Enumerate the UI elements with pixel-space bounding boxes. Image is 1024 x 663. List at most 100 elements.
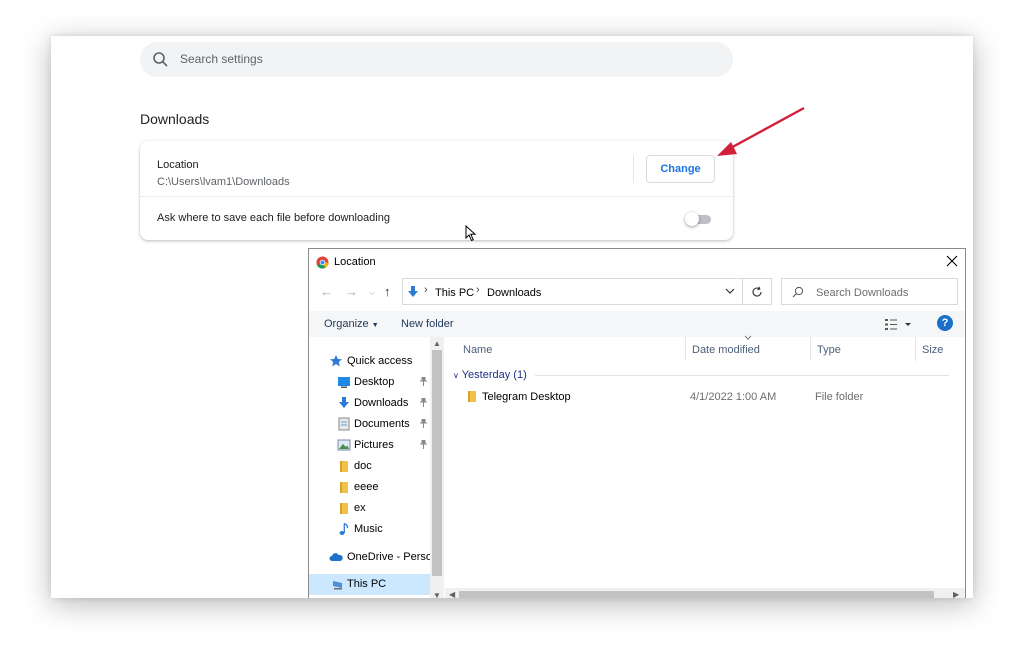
file-row[interactable]: Telegram Desktop 4/1/2022 1:00 AM File f… xyxy=(445,387,965,407)
folder-icon xyxy=(340,461,348,472)
ask-where-label: Ask where to save each file before downl… xyxy=(157,212,390,224)
downloads-settings-card: Location C:\Users\lvam1\Downloads Change… xyxy=(140,141,733,240)
column-label: Size xyxy=(922,344,944,356)
nav-item-label: OneDrive - Person xyxy=(347,551,439,563)
pin-icon xyxy=(420,398,427,407)
settings-search-bar[interactable]: Search settings xyxy=(140,42,733,77)
forward-arrow-icon[interactable]: → xyxy=(345,284,358,299)
column-label: Date modified xyxy=(692,344,760,356)
nav-item-this-pc[interactable]: This PC xyxy=(309,574,433,595)
recent-chevron-down-icon[interactable]: ⌵ xyxy=(369,288,375,298)
computer-icon xyxy=(333,581,342,590)
chevron-down-icon: ∨ xyxy=(453,371,459,380)
change-location-button[interactable]: Change xyxy=(646,155,715,183)
file-list-horizontal-scrollbar[interactable]: ◀ ▶ xyxy=(445,588,965,598)
column-header-type[interactable]: Type xyxy=(811,337,915,361)
group-label: Yesterday (1) xyxy=(461,369,527,381)
folder-icon xyxy=(340,482,348,493)
new-folder-button[interactable]: New folder xyxy=(401,318,454,330)
nav-item-pictures[interactable]: Pictures xyxy=(309,435,433,455)
view-options-icon[interactable] xyxy=(884,318,914,331)
scroll-down-arrow-icon[interactable]: ▼ xyxy=(433,591,441,598)
breadcrumb-chevron-icon: › xyxy=(476,284,480,296)
cloud-icon xyxy=(329,553,343,561)
refresh-button[interactable] xyxy=(743,278,772,305)
column-header-name[interactable]: Name xyxy=(457,337,685,361)
scrollbar-thumb[interactable] xyxy=(459,591,934,598)
dialog-search-placeholder: Search Downloads xyxy=(816,287,909,299)
scroll-left-arrow-icon[interactable]: ◀ xyxy=(449,590,455,598)
nav-item-desktop[interactable]: Desktop xyxy=(309,372,433,392)
column-label: Type xyxy=(817,344,841,356)
nav-item-quick-access[interactable]: Quick access xyxy=(309,351,433,371)
help-button[interactable]: ? xyxy=(937,315,953,331)
dialog-search-input[interactable]: Search Downloads xyxy=(781,278,958,305)
nav-item-onedrive[interactable]: OneDrive - Person xyxy=(309,547,438,567)
caret-down-icon: ▼ xyxy=(371,322,379,329)
nav-item-label: Downloads xyxy=(354,397,409,409)
toggle-knob xyxy=(685,212,699,226)
screenshot-frame: Search settings Downloads Location C:\Us… xyxy=(51,36,973,598)
nav-item-label: Music xyxy=(354,523,383,535)
picture-icon xyxy=(337,439,351,451)
nav-item-label: eeee xyxy=(354,481,379,493)
mouse-cursor-icon xyxy=(465,225,476,242)
nav-item-music[interactable]: Music xyxy=(309,519,433,539)
nav-item-ex[interactable]: ex xyxy=(309,498,433,518)
organize-menu-button[interactable]: Organize ▼ xyxy=(324,318,379,330)
nav-item-label: ex xyxy=(354,502,366,514)
row-divider xyxy=(633,155,634,183)
pin-icon xyxy=(420,440,427,449)
location-path: C:\Users\lvam1\Downloads xyxy=(157,176,290,188)
file-date: 4/1/2022 1:00 AM xyxy=(690,391,777,403)
ask-where-toggle[interactable] xyxy=(685,212,712,226)
scroll-up-arrow-icon[interactable]: ▲ xyxy=(433,339,441,348)
dialog-title: Location xyxy=(334,256,376,268)
back-arrow-icon[interactable]: ← xyxy=(320,284,333,299)
breadcrumb-chevron-icon: › xyxy=(424,284,428,296)
breadcrumb-downloads[interactable]: Downloads xyxy=(487,287,541,299)
download-arrow-icon xyxy=(339,397,349,408)
column-header-date[interactable]: Date modified xyxy=(686,337,810,361)
group-header-yesterday[interactable]: ∨ Yesterday (1) xyxy=(453,369,527,381)
command-bar: Organize ▼ New folder ? xyxy=(309,311,965,337)
file-type: File folder xyxy=(815,391,864,403)
location-row: Location C:\Users\lvam1\Downloads Change xyxy=(140,141,733,197)
breadcrumb-this-pc[interactable]: This PC xyxy=(435,287,474,299)
nav-item-documents[interactable]: Documents xyxy=(309,414,433,434)
refresh-icon xyxy=(752,286,762,297)
nav-item-doc[interactable]: doc xyxy=(309,456,433,476)
location-file-dialog: Location ← → ⌵ ↑ › This PC › Downloads S… xyxy=(308,248,966,598)
column-label: Name xyxy=(463,344,493,356)
file-list: Name Date modified Type Size ∨ Yesterday… xyxy=(445,335,965,598)
star-icon xyxy=(330,355,342,367)
nav-item-label: This PC xyxy=(347,578,387,590)
nav-item-downloads[interactable]: Downloads xyxy=(309,393,433,413)
search-icon xyxy=(153,52,168,67)
address-dropdown-chevron-down-icon[interactable] xyxy=(725,287,735,295)
address-bar[interactable]: › This PC › Downloads xyxy=(402,278,743,305)
search-icon xyxy=(792,286,804,298)
folder-icon xyxy=(468,391,476,402)
pin-icon xyxy=(420,377,427,386)
scroll-right-arrow-icon[interactable]: ▶ xyxy=(953,590,959,598)
file-name: Telegram Desktop xyxy=(482,391,571,403)
nav-item-label: Documents xyxy=(354,418,410,430)
folder-icon xyxy=(340,503,348,514)
desktop-icon xyxy=(338,377,350,388)
navigation-pane: Quick access Desktop Downloads Documents… xyxy=(309,337,444,598)
scrollbar-thumb[interactable] xyxy=(432,350,442,576)
nav-item-label: Desktop xyxy=(354,376,395,388)
close-icon[interactable] xyxy=(945,254,959,268)
downloads-section-title: Downloads xyxy=(140,111,210,127)
music-note-icon xyxy=(339,522,349,535)
column-header-size[interactable]: Size xyxy=(916,337,965,361)
nav-pane-scrollbar[interactable]: ▲ ▼ xyxy=(430,337,444,598)
pin-icon xyxy=(420,419,427,428)
nav-item-label: Pictures xyxy=(354,439,394,451)
settings-search-placeholder: Search settings xyxy=(180,52,263,66)
up-arrow-icon[interactable]: ↑ xyxy=(384,284,391,299)
downloads-location-icon xyxy=(408,286,418,297)
nav-item-eeee[interactable]: eeee xyxy=(309,477,433,497)
nav-item-label: doc xyxy=(354,460,372,472)
